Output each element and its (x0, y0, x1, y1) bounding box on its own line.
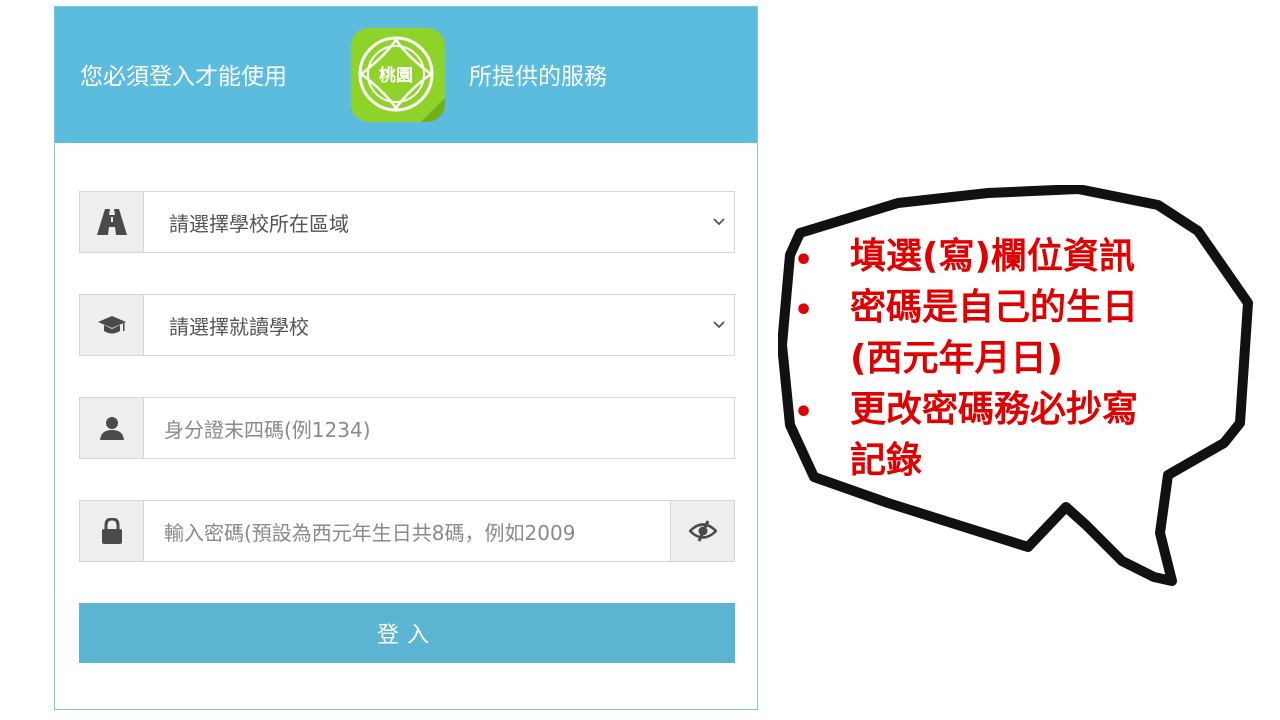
note-2-cont: (西元年月日) (850, 338, 1063, 379)
header-title-left: 您必須登入才能使用 (80, 64, 287, 90)
id-input[interactable]: 身分證末四碼(例1234) (164, 398, 371, 458)
bullet-icon: • (794, 243, 814, 278)
bullet-icon: • (794, 293, 814, 328)
taoyuan-logo: 桃園 (351, 28, 445, 122)
logo-text: 桃園 (379, 65, 413, 86)
note-3: 更改密碼務必抄寫 (850, 389, 1139, 430)
password-input-group: 輸入密碼(預設為西元年生日共8碼，例如2009 (79, 500, 735, 562)
chevron-down-icon (713, 321, 725, 329)
area-select[interactable]: 請選擇學校所在區域 (79, 191, 735, 253)
note-1: 填選(寫)欄位資訊 (850, 236, 1135, 277)
school-select-value: 請選擇就讀學校 (169, 314, 309, 339)
user-icon (80, 398, 144, 458)
bullet-icon: • (794, 395, 814, 430)
road-icon (80, 192, 144, 252)
school-select[interactable]: 請選擇就讀學校 (79, 294, 735, 356)
login-panel: 您必須登入才能使用 桃園 所提供的服務 請選擇學校所在區域 請選擇就讀學校 身分… (54, 6, 758, 710)
chevron-down-icon (713, 218, 725, 226)
header-title-right: 所提供的服務 (469, 64, 607, 90)
note-3-cont: 記錄 (850, 440, 923, 481)
lock-icon (80, 501, 144, 561)
note-2: 密碼是自己的生日 (850, 287, 1139, 328)
eye-toggle-icon[interactable] (670, 501, 734, 561)
area-select-value: 請選擇學校所在區域 (169, 211, 349, 236)
password-input[interactable]: 輸入密碼(預設為西元年生日共8碼，例如2009 (164, 501, 664, 561)
login-header: 您必須登入才能使用 桃園 所提供的服務 (55, 7, 757, 143)
id-input-group: 身分證末四碼(例1234) (79, 397, 735, 459)
graduation-cap-icon (80, 295, 144, 355)
login-button[interactable]: 登入 (79, 603, 735, 663)
